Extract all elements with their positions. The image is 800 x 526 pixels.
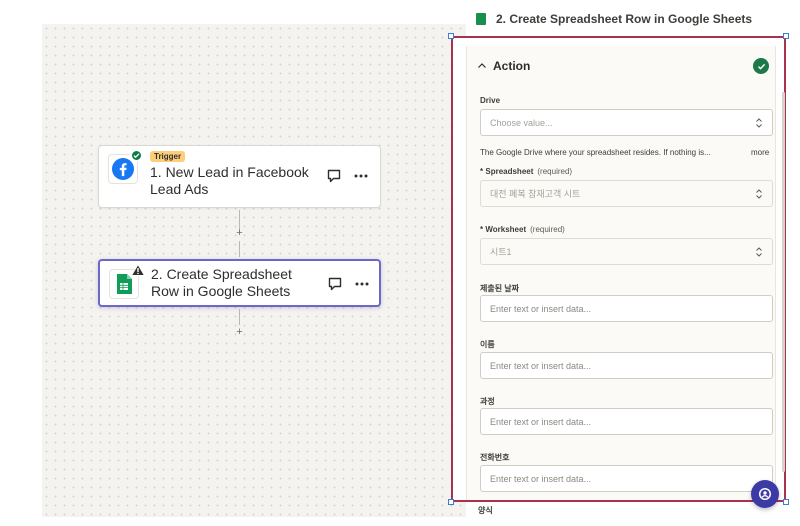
action-step-card[interactable]: 2. Create Spreadsheet Row in Google Shee…: [98, 259, 381, 307]
comment-button[interactable]: [325, 167, 343, 185]
submitted-date-placeholder: Enter text or insert data...: [490, 303, 592, 314]
more-horizontal-icon: [355, 282, 369, 286]
select-arrows-icon: [756, 117, 762, 128]
phone-input[interactable]: Enter text or insert data...: [480, 465, 773, 492]
facebook-icon: [112, 158, 134, 180]
name-placeholder: Enter text or insert data...: [490, 360, 592, 371]
comment-button[interactable]: [326, 275, 344, 293]
action-section: Action Drive Choose value... The Google …: [466, 46, 776, 500]
selection-handle[interactable]: [783, 33, 789, 39]
more-horizontal-icon: [354, 174, 368, 178]
add-step-button[interactable]: +: [234, 327, 245, 338]
select-arrows-icon: [756, 188, 762, 199]
comment-icon: [327, 169, 341, 183]
google-sheets-icon: [117, 274, 132, 294]
step-complete-check-icon: [130, 149, 143, 162]
panel-header-strip: 2. Create Spreadsheet Row in Google Shee…: [466, 0, 786, 36]
comment-icon: [328, 277, 342, 291]
trigger-step-title: 1. New Lead in Facebook Lead Ads: [150, 164, 309, 197]
trigger-step-card[interactable]: Trigger 1. New Lead in Facebook Lead Ads: [98, 145, 381, 208]
workflow-canvas[interactable]: Trigger 1. New Lead in Facebook Lead Ads…: [42, 24, 466, 517]
help-button[interactable]: [751, 480, 779, 508]
spreadsheet-value: 대전 폐복 참재고객 시트: [490, 189, 581, 199]
select-arrows-icon: [756, 246, 762, 257]
google-sheets-icon: [476, 13, 486, 25]
drive-select[interactable]: Choose value...: [480, 109, 773, 136]
drive-placeholder: Choose value...: [490, 117, 553, 128]
more-options-button[interactable]: [352, 167, 370, 185]
section-title: Action: [493, 59, 531, 73]
more-options-button[interactable]: [353, 275, 371, 293]
course-label: 과정: [480, 397, 495, 406]
next-field-label: 양식: [478, 506, 493, 515]
step-connector: [239, 241, 240, 257]
add-step-button[interactable]: +: [234, 228, 245, 239]
warning-icon: [131, 264, 145, 276]
selection-handle[interactable]: [783, 499, 789, 505]
course-input[interactable]: Enter text or insert data...: [480, 408, 773, 435]
worksheet-label: * Worksheet (required): [480, 225, 565, 234]
selection-handle[interactable]: [448, 33, 454, 39]
course-placeholder: Enter text or insert data...: [490, 416, 592, 427]
name-label: 이름: [480, 340, 495, 349]
submitted-date-label: 제출된 날짜: [480, 284, 520, 293]
panel-scrollbar[interactable]: [782, 92, 785, 472]
worksheet-value: 시트1: [490, 247, 512, 257]
spreadsheet-select[interactable]: 대전 폐복 참재고객 시트: [480, 180, 773, 207]
selection-handle[interactable]: [448, 499, 454, 505]
phone-placeholder: Enter text or insert data...: [490, 473, 592, 484]
trigger-tag: Trigger: [150, 151, 186, 162]
trigger-app-icon: [108, 149, 143, 184]
worksheet-select[interactable]: 시트1: [480, 238, 773, 265]
step-connector: [239, 309, 240, 325]
submitted-date-input[interactable]: Enter text or insert data...: [480, 295, 773, 322]
drive-help-text: The Google Drive where your spreadsheet …: [480, 148, 711, 157]
action-section-header[interactable]: Action: [477, 56, 769, 76]
chevron-up-icon[interactable]: [477, 61, 487, 71]
section-complete-check-icon: [753, 58, 769, 74]
spreadsheet-label: * Spreadsheet (required): [480, 167, 573, 176]
app-root: Trigger 1. New Lead in Facebook Lead Ads…: [0, 0, 800, 526]
help-icon: [758, 487, 772, 501]
phone-label: 전화번호: [480, 453, 510, 462]
action-step-title: 2. Create Spreadsheet Row in Google Shee…: [151, 266, 292, 299]
panel-step-title: 2. Create Spreadsheet Row in Google Shee…: [496, 12, 753, 26]
action-app-icon: [109, 264, 145, 299]
name-input[interactable]: Enter text or insert data...: [480, 352, 773, 379]
more-link[interactable]: more: [751, 148, 769, 157]
drive-label: Drive: [480, 96, 501, 105]
step-editor-panel: Action Drive Choose value... The Google …: [451, 36, 786, 502]
